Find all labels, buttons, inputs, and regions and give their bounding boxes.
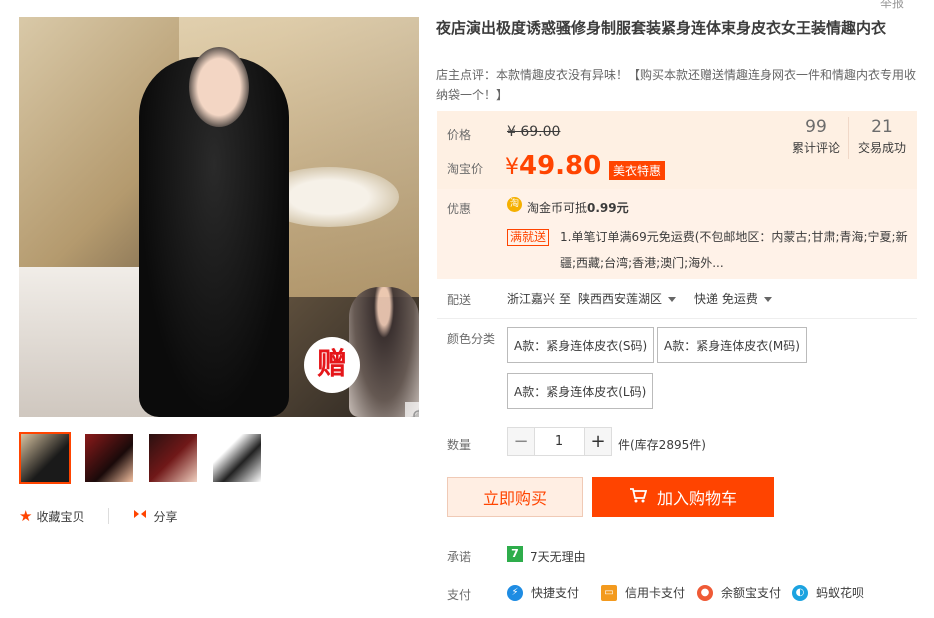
share-link[interactable]: 分享 bbox=[153, 508, 177, 525]
favorite-link[interactable]: 收藏宝贝 bbox=[36, 508, 84, 525]
payment-huabei-label: 蚂蚁花呗 bbox=[816, 586, 865, 600]
discount-label: 优惠 bbox=[447, 202, 472, 216]
payment-credit-card[interactable]: ▭ 信用卡支付 bbox=[601, 584, 685, 601]
taobao-price-label: 淘宝价 bbox=[447, 162, 484, 176]
cart-icon bbox=[629, 487, 648, 507]
coin-text-prefix: 淘金币可抵 bbox=[527, 201, 588, 215]
main-product-image[interactable]: 赠 bbox=[19, 17, 419, 417]
chevron-down-icon bbox=[763, 297, 772, 302]
payment-quick-label: 快捷支付 bbox=[531, 586, 580, 600]
quantity-label: 数量 bbox=[447, 438, 472, 452]
price-box: 价格 ¥ 69.00 淘宝价 ¥49.80 美衣特惠 99 累计评论 21 交易… bbox=[437, 111, 917, 279]
taobao-coin-icon: 淘 bbox=[507, 197, 522, 212]
coin-text: 淘金币可抵0.99元 bbox=[527, 199, 629, 216]
current-price: ¥49.80 bbox=[505, 151, 601, 181]
ship-method: 快递 免运费 bbox=[694, 292, 758, 306]
shipping-row: 配送 浙江嘉兴 至 陕西西安莲湖区 快递 免运费 bbox=[437, 288, 917, 310]
price-label: 价格 bbox=[447, 128, 472, 142]
thumbnail-3[interactable] bbox=[147, 432, 199, 484]
gift-overlay: 赠 bbox=[304, 287, 419, 417]
deals-count: 21 bbox=[871, 117, 893, 137]
zoom-icon[interactable] bbox=[405, 402, 419, 417]
reviews-count: 99 bbox=[805, 117, 827, 137]
yuebao-icon: ● bbox=[697, 584, 713, 601]
payment-credit-label: 信用卡支付 bbox=[625, 586, 686, 600]
promise-label: 承诺 bbox=[447, 550, 472, 564]
coin-amount: 0.99元 bbox=[587, 201, 629, 215]
product-title: 夜店演出极度诱惑骚修身制服套装紧身连体束身皮衣女王装情趣内衣 bbox=[436, 19, 887, 37]
free-shipping-text: 1.单笔订单满69元免运费(不包邮地区：内蒙古;甘肃;青海;宁夏;新疆;西藏;台… bbox=[560, 230, 908, 270]
add-to-cart-button[interactable]: 加入购物车 bbox=[592, 477, 774, 517]
ship-to: 陕西西安莲湖区 bbox=[578, 292, 663, 306]
payment-yuebao-label: 余额宝支付 bbox=[721, 586, 782, 600]
gift-model-image bbox=[349, 287, 419, 417]
reviews-stat[interactable]: 99 累计评论 bbox=[783, 117, 849, 156]
shipping-label: 配送 bbox=[447, 293, 472, 307]
ship-to-select[interactable]: 陕西西安莲湖区 bbox=[578, 290, 677, 307]
stock-text: 件(库存2895件) bbox=[618, 438, 706, 452]
payment-yuebao[interactable]: ● 余额宝支付 bbox=[697, 584, 781, 601]
reviews-label: 累计评论 bbox=[791, 141, 840, 155]
promise-text[interactable]: 7天无理由 bbox=[530, 548, 586, 565]
ship-method-select[interactable]: 快递 免运费 bbox=[694, 290, 772, 307]
deals-label: 交易成功 bbox=[857, 141, 906, 155]
payment-huabei[interactable]: ◐ 蚂蚁花呗 bbox=[792, 584, 864, 601]
report-link[interactable]: 举报 bbox=[880, 0, 904, 11]
add-to-cart-label: 加入购物车 bbox=[656, 489, 737, 508]
sku-option-m[interactable]: A款：紧身连体皮衣(M码) bbox=[657, 327, 807, 363]
chevron-down-icon bbox=[668, 297, 677, 302]
huabei-icon: ◐ bbox=[792, 584, 808, 601]
credit-card-icon: ▭ bbox=[601, 584, 617, 601]
currency-symbol: ¥ bbox=[505, 155, 519, 180]
price-value: 49.80 bbox=[519, 151, 602, 181]
share-icon bbox=[133, 508, 147, 524]
actions-divider bbox=[108, 508, 110, 524]
thumbnail-1[interactable] bbox=[19, 432, 71, 484]
ship-to-word: 至 bbox=[559, 292, 572, 306]
item-actions: ★ 收藏宝贝 分享 bbox=[19, 507, 177, 525]
seven-day-return-icon: 7 bbox=[507, 546, 523, 562]
quantity-increase-button[interactable]: + bbox=[584, 427, 612, 456]
payment-label: 支付 bbox=[447, 588, 472, 602]
image-model-head bbox=[189, 47, 249, 127]
quantity-input[interactable]: 1 bbox=[534, 427, 584, 456]
gift-badge: 赠 bbox=[304, 337, 360, 393]
thumbnail-2[interactable] bbox=[83, 432, 135, 484]
payment-quick[interactable]: ⚡ 快捷支付 bbox=[507, 584, 579, 601]
man-jiu-song-tag: 满就送 bbox=[507, 229, 550, 246]
thumbnail-4[interactable] bbox=[211, 432, 263, 484]
deals-stat: 21 交易成功 bbox=[849, 117, 915, 156]
product-subtitle: 店主点评：本款情趣皮衣没有异味！【购买本款还赠送情趣连身网衣一件和情趣内衣专用收… bbox=[436, 68, 917, 102]
promo-tag: 美衣特惠 bbox=[609, 161, 666, 180]
product-page: 赠 ★ 收藏宝贝 分享 举报 夜店演出极度诱惑骚修身制服套装紧身连体束身皮衣女王… bbox=[0, 0, 934, 618]
quantity-decrease-button[interactable]: − bbox=[507, 427, 535, 456]
section-divider bbox=[437, 318, 917, 319]
sku-option-s[interactable]: A款：紧身连体皮衣(S码) bbox=[507, 327, 655, 363]
sku-label: 颜色分类 bbox=[447, 332, 496, 346]
ship-from: 浙江嘉兴 bbox=[507, 292, 556, 306]
buy-now-button[interactable]: 立即购买 bbox=[447, 477, 583, 517]
thumbnail-strip bbox=[19, 432, 263, 484]
original-price: ¥ 69.00 bbox=[507, 124, 561, 140]
sku-option-l[interactable]: A款：紧身连体皮衣(L码) bbox=[507, 373, 654, 409]
quick-pay-icon: ⚡ bbox=[507, 584, 523, 601]
star-icon: ★ bbox=[19, 507, 33, 525]
